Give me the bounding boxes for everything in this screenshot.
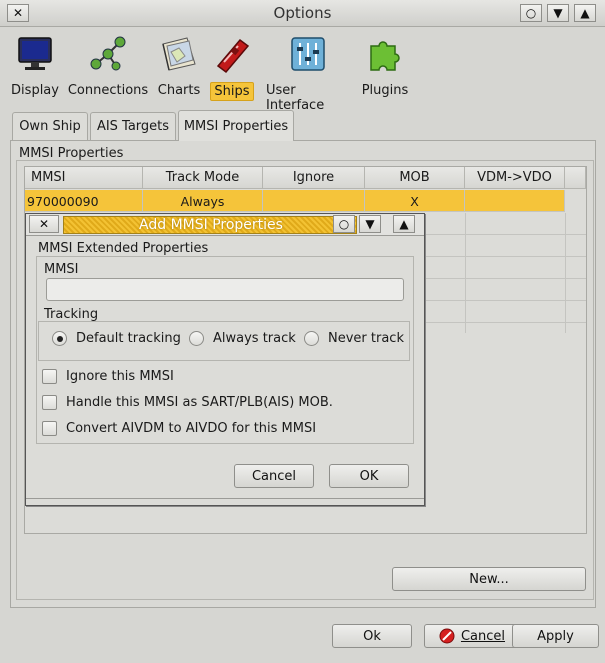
tab-own-ship[interactable]: Own Ship bbox=[12, 112, 88, 140]
toolbar-label: Ships bbox=[210, 82, 254, 101]
dialog-title: Add MMSI Properties bbox=[139, 217, 283, 233]
mmsi-field-label: MMSI bbox=[44, 262, 79, 277]
radio-never-track[interactable]: Never track bbox=[304, 331, 404, 346]
checkbox[interactable] bbox=[42, 395, 57, 410]
puzzle-icon bbox=[370, 41, 400, 71]
dialog-titlebar: ✕ Add MMSI Properties ○ ▼ ▲ bbox=[26, 214, 424, 236]
radio-button[interactable] bbox=[52, 331, 67, 346]
column-header-mmsi[interactable]: MMSI bbox=[25, 167, 143, 189]
checkbox[interactable] bbox=[42, 421, 57, 436]
checkbox-convert-aivdm[interactable]: Convert AIVDM to AIVDO for this MMSI bbox=[42, 421, 316, 436]
ok-button[interactable]: Ok bbox=[332, 624, 412, 648]
network-icon bbox=[90, 36, 126, 71]
add-mmsi-dialog: ✕ Add MMSI Properties ○ ▼ ▲ MMSI Extende… bbox=[25, 213, 425, 506]
cell-track-mode: Always bbox=[143, 190, 263, 212]
cancel-button[interactable]: Cancel bbox=[424, 624, 520, 648]
dialog-close-icon[interactable]: ✕ bbox=[29, 215, 59, 233]
group-title: MMSI Properties bbox=[19, 146, 124, 161]
radio-label: Never track bbox=[328, 331, 404, 346]
minimize-icon[interactable]: ○ bbox=[520, 4, 542, 22]
toolbar-user-interface[interactable]: User Interface bbox=[263, 32, 353, 114]
monitor-icon bbox=[18, 37, 52, 70]
column-header-spacer bbox=[565, 167, 586, 189]
toolbar-connections[interactable]: Connections bbox=[67, 32, 149, 99]
radio-button[interactable] bbox=[189, 331, 204, 346]
dialog-bottom-divider bbox=[26, 498, 424, 499]
tab-ais-targets[interactable]: AIS Targets bbox=[90, 112, 176, 140]
shade-down-icon[interactable]: ▼ bbox=[547, 4, 569, 22]
ship-icon bbox=[216, 38, 250, 74]
dialog-minimize-icon[interactable]: ○ bbox=[333, 215, 355, 233]
toolbar-label: Charts bbox=[157, 83, 201, 98]
dialog-shade-up-icon[interactable]: ▲ bbox=[393, 215, 415, 233]
extended-group-title: MMSI Extended Properties bbox=[38, 241, 209, 256]
checkbox-sart-mob[interactable]: Handle this MMSI as SART/PLB(AIS) MOB. bbox=[42, 395, 333, 410]
toolbar-label: Display bbox=[11, 83, 59, 98]
window-title: Options bbox=[273, 4, 332, 22]
tab-mmsi-properties[interactable]: MMSI Properties bbox=[178, 110, 294, 141]
radio-always-track[interactable]: Always track bbox=[189, 331, 296, 346]
charts-icon bbox=[162, 37, 196, 71]
checkbox-label: Convert AIVDM to AIVDO for this MMSI bbox=[66, 421, 317, 436]
radio-button[interactable] bbox=[304, 331, 319, 346]
tracking-label: Tracking bbox=[44, 307, 99, 322]
dialog-shade-down-icon[interactable]: ▼ bbox=[359, 215, 381, 233]
toolbar-label: Connections bbox=[67, 83, 149, 98]
column-header-track-mode[interactable]: Track Mode bbox=[143, 167, 263, 189]
window-titlebar: ✕ Options ○ ▼ ▲ bbox=[0, 0, 605, 27]
toolbar-ships[interactable]: Ships bbox=[210, 32, 254, 101]
column-header-vdm-vdo[interactable]: VDM->VDO bbox=[465, 167, 565, 189]
mmsi-input[interactable] bbox=[46, 278, 404, 301]
table-row[interactable]: 970000090 Always X bbox=[25, 190, 565, 212]
checkbox-label: Ignore this MMSI bbox=[66, 369, 174, 384]
grid-line bbox=[565, 213, 566, 333]
checkbox-ignore-mmsi[interactable]: Ignore this MMSI bbox=[42, 369, 174, 384]
apply-button[interactable]: Apply bbox=[512, 624, 599, 648]
grid-line bbox=[465, 213, 466, 333]
radio-label: Default tracking bbox=[76, 331, 181, 346]
checkbox[interactable] bbox=[42, 369, 57, 384]
toolbar-label: Plugins bbox=[361, 83, 409, 98]
shade-up-icon[interactable]: ▲ bbox=[574, 4, 596, 22]
checkbox-label: Handle this MMSI as SART/PLB(AIS) MOB. bbox=[66, 395, 333, 410]
toolbar-charts[interactable]: Charts bbox=[155, 32, 203, 99]
column-header-ignore[interactable]: Ignore bbox=[263, 167, 365, 189]
radio-label: Always track bbox=[213, 331, 296, 346]
toolbar-plugins[interactable]: Plugins bbox=[361, 32, 409, 99]
new-button[interactable]: New... bbox=[392, 567, 586, 591]
cancel-icon bbox=[439, 628, 455, 644]
cell-ignore bbox=[263, 190, 365, 212]
toolbar-display[interactable]: Display bbox=[10, 32, 60, 99]
cell-vdm-vdo bbox=[465, 190, 565, 212]
dialog-cancel-button[interactable]: Cancel bbox=[234, 464, 314, 488]
column-header-mob[interactable]: MOB bbox=[365, 167, 465, 189]
sliders-icon bbox=[291, 37, 325, 71]
cancel-label: Cancel bbox=[460, 628, 506, 644]
radio-default-tracking[interactable]: Default tracking bbox=[52, 331, 181, 346]
cell-mob: X bbox=[365, 190, 465, 212]
dialog-ok-button[interactable]: OK bbox=[329, 464, 409, 488]
cell-mmsi: 970000090 bbox=[25, 190, 143, 212]
